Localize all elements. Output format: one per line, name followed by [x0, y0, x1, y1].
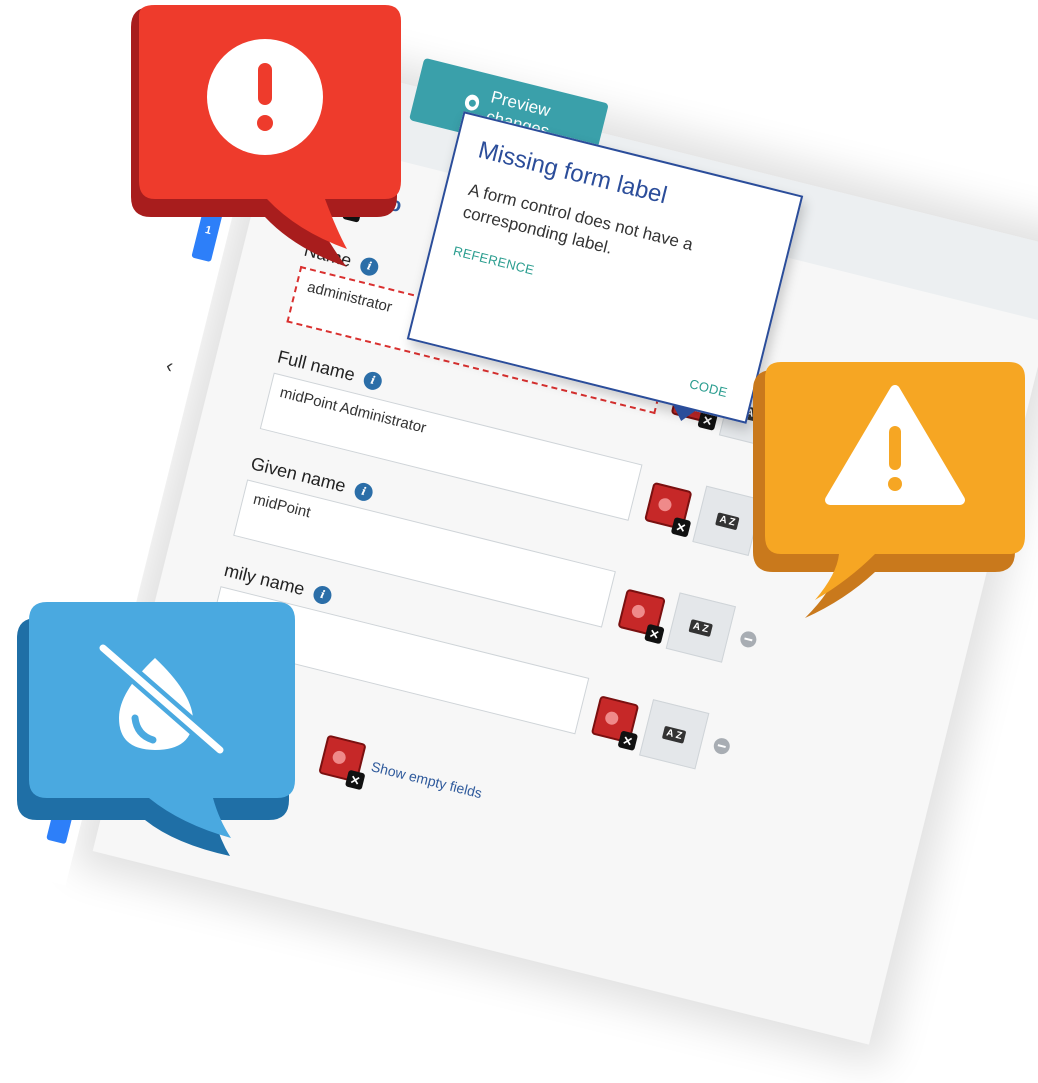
metadata-tag-icon: ✕ — [318, 734, 367, 791]
exclamation-circle-icon — [207, 39, 323, 155]
metadata-tag-icon[interactable]: ✕ — [644, 481, 693, 538]
eye-icon — [463, 93, 482, 113]
metadata-tag-icon[interactable]: ✕ — [590, 695, 640, 752]
remove-field-icon[interactable] — [738, 629, 759, 650]
hidden-speech-bubble — [15, 600, 300, 860]
code-link[interactable]: CODE — [688, 376, 729, 400]
info-icon[interactable]: i — [311, 583, 334, 606]
error-bubble-graphic — [131, 5, 401, 267]
error-speech-bubble — [115, 5, 405, 270]
collapse-chevron-icon[interactable]: ‹ — [163, 355, 176, 379]
warning-speech-bubble — [745, 360, 1030, 630]
warning-bubble-graphic — [753, 362, 1025, 618]
az-label: A Z — [715, 511, 740, 530]
show-empty-fields-label: Show empty fields — [369, 758, 484, 802]
remove-field-icon[interactable] — [712, 736, 732, 756]
az-label: A Z — [662, 725, 687, 744]
hidden-bubble-graphic — [17, 602, 295, 856]
az-button[interactable]: A Z — [665, 592, 736, 663]
az-button[interactable]: A Z — [639, 699, 710, 770]
show-empty-fields-link[interactable]: ✕ Show empty fields — [318, 734, 486, 812]
info-icon[interactable]: i — [362, 369, 384, 392]
metadata-tag-icon[interactable]: ✕ — [617, 588, 666, 645]
info-icon[interactable]: i — [352, 480, 375, 503]
az-label: A Z — [688, 618, 713, 637]
